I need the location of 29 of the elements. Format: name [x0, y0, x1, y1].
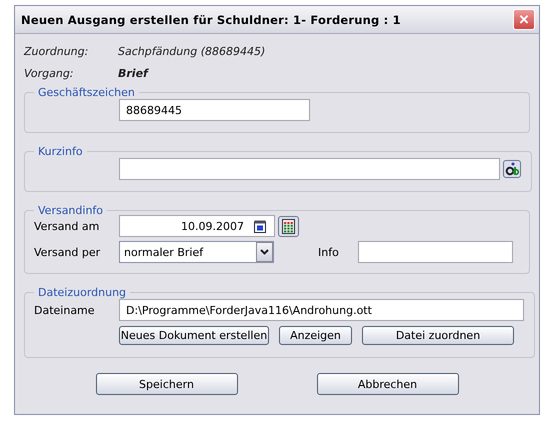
info-label: Vorgang: — [24, 66, 75, 80]
filename-field[interactable]: D:\Programme\ForderJava116\Androhung.ott — [119, 299, 524, 321]
field-label: Info — [318, 246, 340, 258]
field-label: Dateiname — [34, 304, 96, 316]
short-info-field[interactable] — [119, 158, 500, 180]
field-label: Versand per — [34, 246, 102, 258]
date-field[interactable]: 10.09.2007 — [119, 215, 275, 237]
window-title: Neuen Ausgang erstellen für Schuldner: 1- Forderung : 1 — [21, 12, 401, 26]
group-title: Versandinfo — [37, 204, 104, 217]
group-title: Kurzinfo — [37, 145, 84, 158]
action-button[interactable]: Anzeigen — [279, 326, 352, 345]
calendar-icon — [254, 220, 266, 232]
field-label: Versand am — [34, 220, 100, 232]
dialog-button[interactable]: Abbrechen — [316, 373, 458, 395]
info-value: Sachpfändung (88689445) — [118, 44, 266, 58]
info-label: Zuordnung: — [24, 44, 90, 58]
group-title: Geschäftszeichen — [37, 86, 136, 99]
dialog-button[interactable]: Speichern — [96, 373, 238, 395]
info-value: Brief — [118, 66, 148, 80]
shipping-dropdown[interactable]: normaler Brief — [119, 241, 274, 263]
action-button[interactable]: Datei zuordnen — [362, 326, 514, 345]
action-button[interactable]: Neues Dokument erstellen — [119, 326, 269, 345]
info-field[interactable] — [358, 241, 513, 263]
reference-field[interactable]: 88689445 — [119, 99, 310, 121]
chevron-down-icon[interactable] — [256, 242, 273, 262]
group-title: Dateizuordnung — [37, 286, 128, 299]
spellcheck-icon[interactable] — [503, 160, 521, 178]
calendar-grid-icon[interactable] — [278, 216, 299, 236]
date-value: 10.09.2007 — [181, 220, 244, 232]
